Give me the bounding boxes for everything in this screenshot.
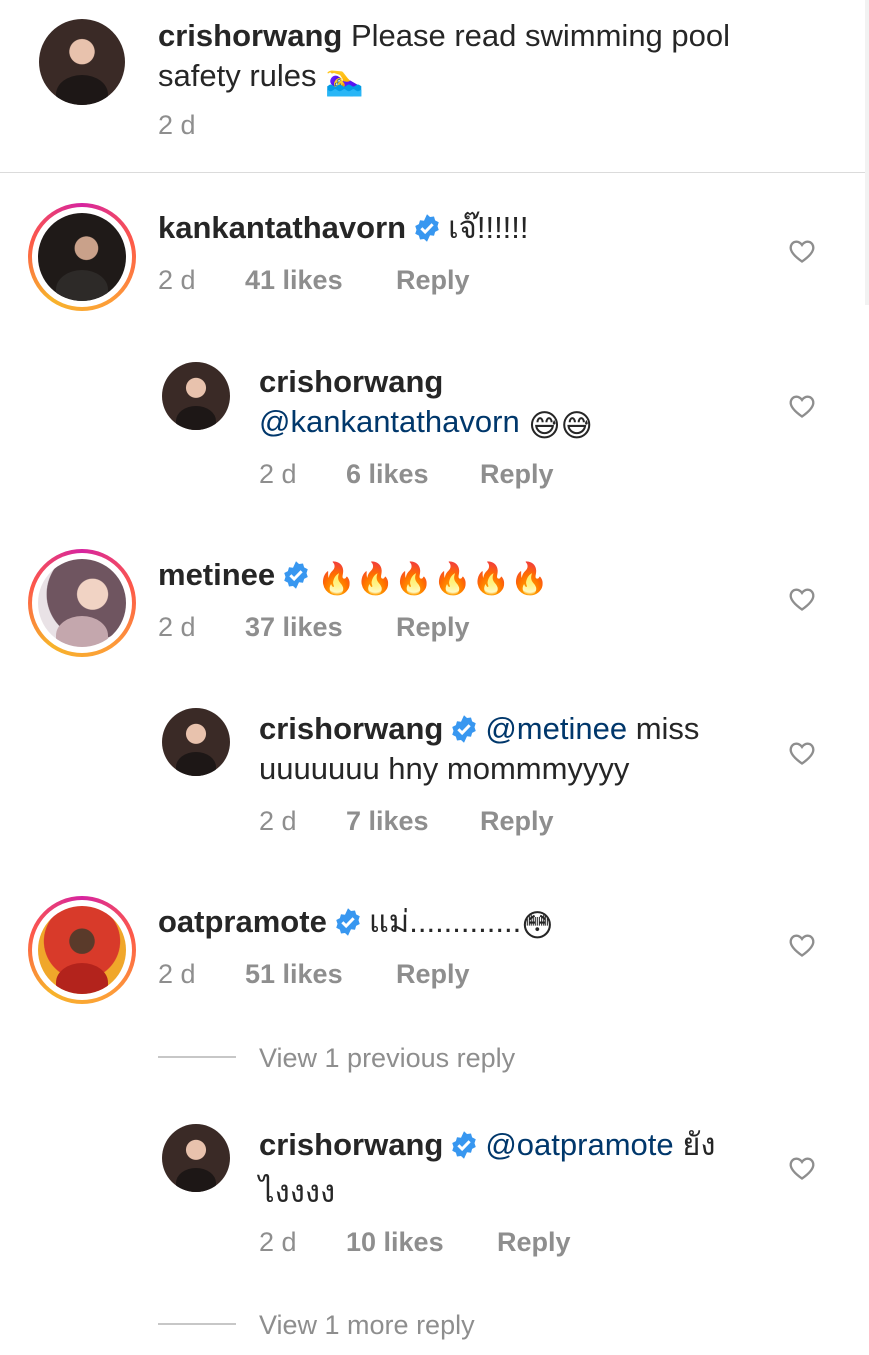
reply-text-a: ยัง [682, 1127, 716, 1162]
comment-username[interactable]: oatpramote [158, 904, 327, 939]
reply-text-line: @kankantathavorn 😅😅 [259, 402, 593, 446]
comment-username[interactable]: kankantathavorn [158, 210, 406, 245]
mention-link[interactable]: @kankantathavorn [259, 404, 520, 439]
verified-badge-icon [452, 715, 477, 743]
heart-icon[interactable] [788, 238, 816, 264]
mention-link[interactable]: @oatpramote [485, 1127, 673, 1162]
reply-text-b: uuuuuuu hny mommmyyyy [259, 751, 630, 786]
caption-time: 2 d [158, 110, 196, 140]
reply-username[interactable]: crishorwang [259, 1127, 443, 1162]
scrollbar[interactable] [865, 0, 869, 305]
caption-username[interactable]: crishorwang [158, 18, 342, 53]
reply-username-line: crishorwang [259, 362, 443, 402]
fire-emoji: 🔥🔥🔥🔥🔥🔥 [317, 561, 549, 596]
commenter-avatar[interactable] [38, 559, 126, 647]
caption-avatar[interactable] [39, 19, 125, 105]
heart-icon[interactable] [788, 586, 816, 612]
sweat-smile-emoji: 😅😅 [528, 408, 593, 443]
reply-username[interactable]: crishorwang [259, 364, 443, 399]
caption-text-block: crishorwang Please read swimming pool sa… [158, 16, 808, 100]
commenter-avatar[interactable] [38, 213, 126, 301]
reply-time: 2 d [259, 806, 297, 836]
reply-time: 2 d [259, 1227, 297, 1257]
reply-likes[interactable]: 10 likes [346, 1227, 444, 1258]
view-more-reply[interactable]: View 1 more reply [259, 1310, 475, 1341]
comment-line: kankantathavorn เจ๊!!!!!! [158, 208, 529, 248]
view-previous-reply[interactable]: View 1 previous reply [259, 1043, 515, 1074]
reply-button[interactable]: Reply [396, 612, 470, 643]
comment-likes[interactable]: 41 likes [245, 265, 343, 296]
reply-button[interactable]: Reply [396, 959, 470, 990]
reply-text-b: ไงงงง [259, 1174, 336, 1209]
comment-time: 2 d [158, 612, 196, 642]
reply-text-a: miss [635, 711, 700, 746]
heart-icon[interactable] [788, 393, 816, 419]
heart-icon[interactable] [788, 740, 816, 766]
reply-likes[interactable]: 7 likes [346, 806, 429, 837]
flushed-emoji: 😳 [521, 908, 554, 943]
comment-likes[interactable]: 51 likes [245, 959, 343, 990]
view-replies-line [158, 1056, 236, 1058]
verified-badge-icon [284, 561, 308, 589]
reply-button[interactable]: Reply [480, 806, 554, 837]
comment-text: เจ๊!!!!!! [448, 210, 529, 245]
comment-likes[interactable]: 37 likes [245, 612, 343, 643]
heart-icon[interactable] [788, 1155, 816, 1181]
comment-line: metinee 🔥🔥🔥🔥🔥🔥 [158, 555, 549, 599]
comment-text: แม่............. [368, 904, 522, 939]
reply-avatar[interactable] [162, 1124, 230, 1192]
verified-badge-icon [452, 1131, 477, 1159]
reply-username[interactable]: crishorwang [259, 711, 443, 746]
comment-username[interactable]: metinee [158, 557, 275, 592]
reply-line: crishorwang @oatpramote ยัง [259, 1125, 769, 1165]
reply-line: crishorwang @metinee miss [259, 709, 759, 749]
comment-time: 2 d [158, 959, 196, 989]
reply-button[interactable]: Reply [396, 265, 470, 296]
comment-time: 2 d [158, 265, 196, 295]
mention-link[interactable]: @metinee [485, 711, 627, 746]
reply-button[interactable]: Reply [497, 1227, 571, 1258]
reply-avatar[interactable] [162, 362, 230, 430]
reply-time: 2 d [259, 459, 297, 489]
reply-avatar[interactable] [162, 708, 230, 776]
caption-divider [0, 172, 869, 173]
commenter-avatar[interactable] [38, 906, 126, 994]
verified-badge-icon [336, 908, 360, 936]
view-replies-line [158, 1323, 236, 1325]
reply-button[interactable]: Reply [480, 459, 554, 490]
heart-icon[interactable] [788, 932, 816, 958]
reply-likes[interactable]: 6 likes [346, 459, 429, 490]
swimmer-emoji: 🏊‍♀️ [325, 62, 364, 97]
verified-badge-icon [415, 214, 439, 242]
comment-line: oatpramote แม่.............😳 [158, 902, 554, 946]
